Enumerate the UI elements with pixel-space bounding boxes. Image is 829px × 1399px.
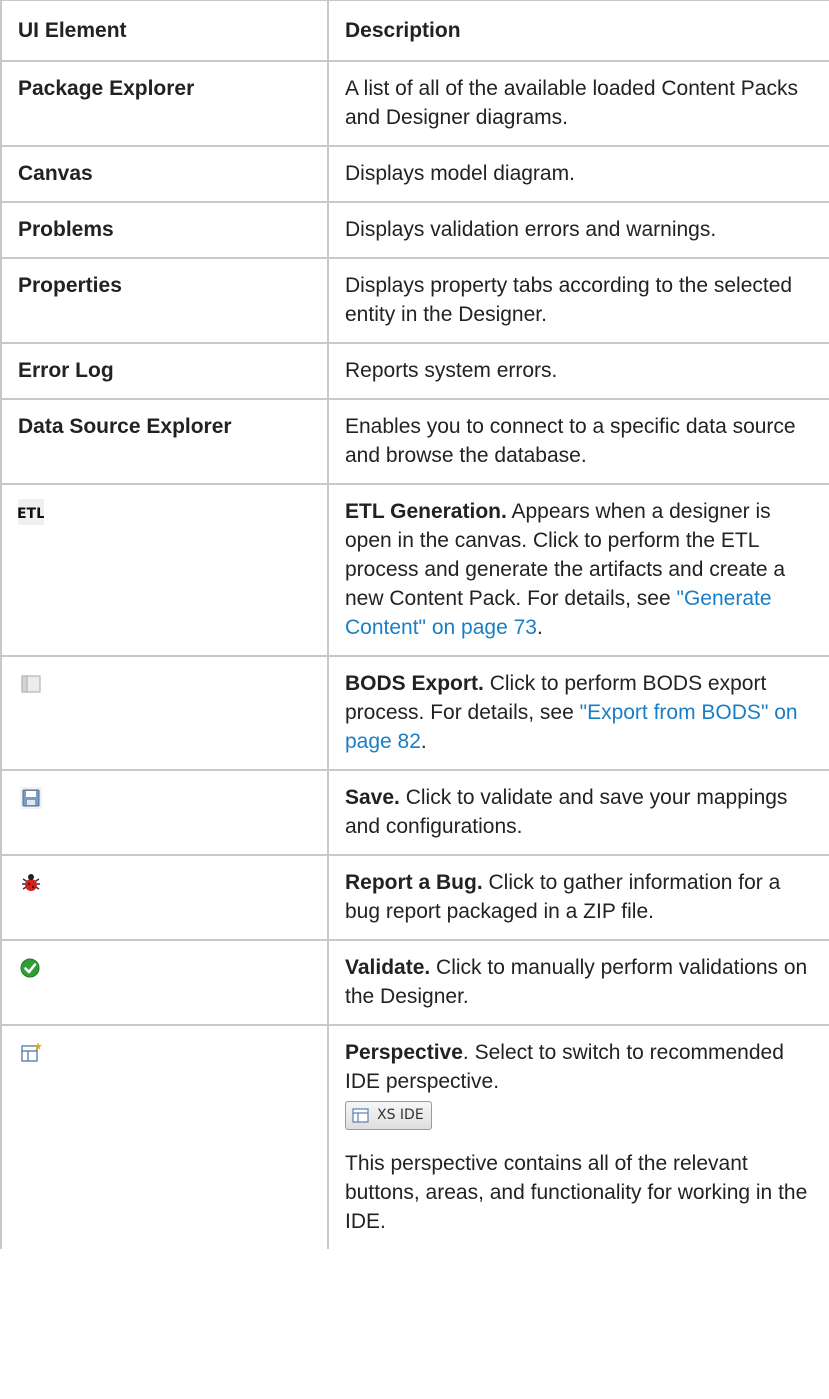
description-lead: Report a Bug. (345, 871, 483, 894)
element-name: Data Source Explorer (0, 398, 329, 485)
table-row: Perspective. Select to switch to recomme… (0, 1024, 829, 1249)
table-row: ETL ETL Generation. Appears when a desig… (0, 483, 829, 657)
description-lead: BODS Export. (345, 672, 484, 695)
element-name: Problems (0, 201, 329, 259)
description-lead: Perspective (345, 1041, 463, 1064)
element-name: Error Log (0, 342, 329, 400)
perspective-icon (18, 1040, 44, 1066)
element-description: ETL Generation. Appears when a designer … (327, 483, 829, 657)
element-description: Displays validation errors and warnings. (327, 201, 829, 259)
description-text: Click to validate and save your mappings… (345, 786, 788, 838)
table-row: Save. Click to validate and save your ma… (0, 769, 829, 856)
table-row: Problems Displays validation errors and … (0, 201, 829, 259)
perspective-table-icon (352, 1107, 369, 1123)
description-lead: ETL Generation. (345, 500, 507, 523)
etl-icon-text: ETL (18, 506, 44, 522)
xs-ide-button-label: XS IDE (377, 1107, 424, 1123)
element-description: BODS Export. Click to perform BODS expor… (327, 655, 829, 771)
element-description: Validate. Click to manually perform vali… (327, 939, 829, 1026)
table-row: Validate. Click to manually perform vali… (0, 939, 829, 1026)
icon-cell (0, 1024, 329, 1249)
description-end: . (420, 730, 427, 753)
table-row: BODS Export. Click to perform BODS expor… (0, 655, 829, 771)
table-row: Data Source Explorer Enables you to conn… (0, 398, 829, 485)
table-row: Error Log Reports system errors. (0, 342, 829, 400)
book-icon (18, 671, 44, 697)
perspective-paragraph: Perspective. Select to switch to recomme… (345, 1038, 813, 1096)
element-description: Report a Bug. Click to gather informatio… (327, 854, 829, 941)
icon-cell (0, 655, 329, 771)
table-row: Report a Bug. Click to gather informatio… (0, 854, 829, 941)
element-name: Package Explorer (0, 60, 329, 147)
icon-cell (0, 769, 329, 856)
table-header-row: UI Element Description (0, 0, 829, 62)
description-end: . (536, 616, 543, 639)
table-row: Package Explorer A list of all of the av… (0, 60, 829, 147)
description-lead: Save. (345, 786, 400, 809)
element-name: Canvas (0, 145, 329, 203)
xs-ide-perspective-button[interactable]: XS IDE (345, 1101, 432, 1130)
element-description: Displays model diagram. (327, 145, 829, 203)
table-row: Canvas Displays model diagram. (0, 145, 829, 203)
header-ui-element: UI Element (0, 0, 329, 62)
element-description: Enables you to connect to a specific dat… (327, 398, 829, 485)
icon-cell: ETL (0, 483, 329, 657)
element-description: Save. Click to validate and save your ma… (327, 769, 829, 856)
perspective-note: This perspective contains all of the rel… (345, 1151, 808, 1233)
etl-icon: ETL (17, 499, 45, 526)
icon-cell (0, 854, 329, 941)
element-description: Perspective. Select to switch to recomme… (327, 1024, 829, 1249)
ui-elements-table: UI Element Description Package Explorer … (0, 0, 829, 1249)
floppy-disk-icon (18, 785, 44, 811)
element-description: Displays property tabs according to the … (327, 257, 829, 344)
description-lead: Validate. (345, 956, 431, 979)
icon-cell (0, 939, 329, 1026)
element-name: Properties (0, 257, 329, 344)
table-row: Properties Displays property tabs accord… (0, 257, 829, 344)
bug-icon (18, 870, 44, 896)
header-description: Description (327, 0, 829, 62)
element-description: A list of all of the available loaded Co… (327, 60, 829, 147)
check-circle-icon (18, 955, 44, 981)
element-description: Reports system errors. (327, 342, 829, 400)
